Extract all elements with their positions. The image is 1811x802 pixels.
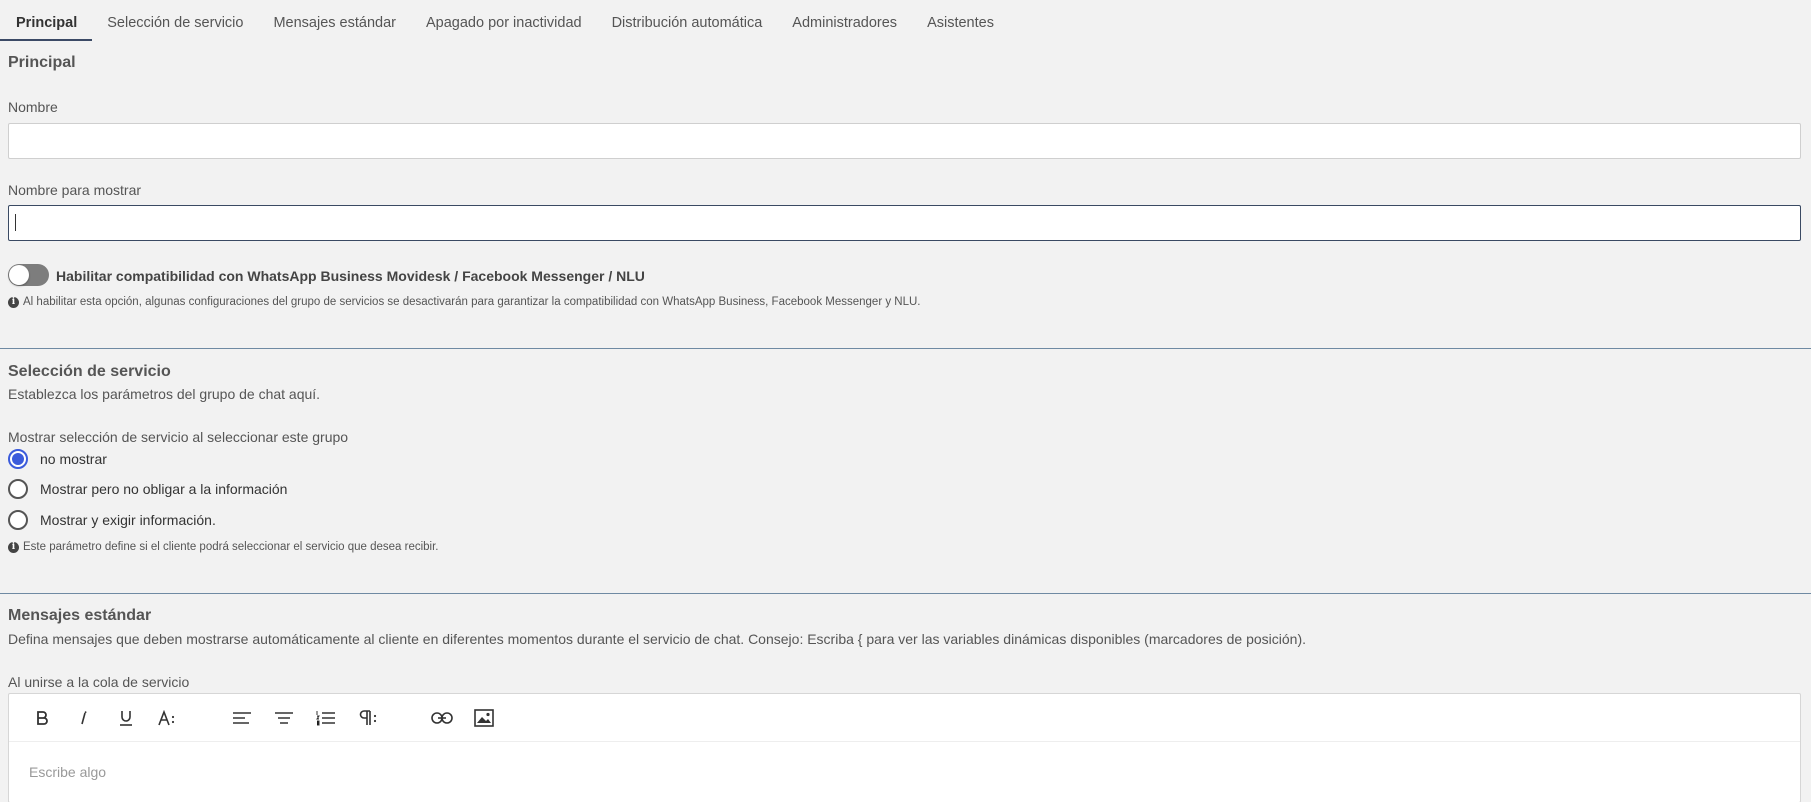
info-icon: i: [8, 541, 19, 553]
display-name-label: Nombre para mostrar: [8, 182, 142, 198]
paragraph-icon[interactable]: [347, 702, 389, 734]
radio-label: Mostrar pero no obligar a la información: [40, 481, 288, 497]
image-icon[interactable]: [463, 702, 505, 734]
tab-standard-messages[interactable]: Mensajes estándar: [258, 0, 411, 41]
radio-label: Mostrar y exigir información.: [40, 512, 216, 528]
radio-label: no mostrar: [40, 451, 107, 467]
display-name-input[interactable]: [8, 205, 1801, 241]
principal-section-title: Principal: [8, 54, 76, 71]
tab-inactivity-shutdown[interactable]: Apagado por inactividad: [411, 0, 597, 41]
display-name-field: [8, 205, 1801, 242]
radio-option-show-optional[interactable]: Mostrar pero no obligar a la información: [8, 479, 287, 499]
tab-administrators[interactable]: Administradores: [777, 0, 912, 41]
radio-button[interactable]: [8, 510, 28, 530]
principal-hint: i Al habilitar esta opción, algunas conf…: [8, 296, 921, 308]
font-size-icon[interactable]: [147, 702, 189, 734]
queue-join-editor[interactable]: Escribe algo: [8, 693, 1801, 802]
toggle-knob: [9, 265, 29, 285]
ordered-list-icon[interactable]: [305, 702, 347, 734]
tab-auto-distribution[interactable]: Distribución automática: [597, 0, 778, 41]
service-selection-question: Mostrar selección de servicio al selecci…: [8, 429, 349, 445]
tab-service-selection[interactable]: Selección de servicio: [92, 0, 258, 41]
text-caret: [15, 214, 16, 231]
align-center-icon[interactable]: [263, 702, 305, 734]
radio-button[interactable]: [8, 449, 28, 469]
service-selection-description: Establezca los parámetros del grupo de c…: [8, 386, 321, 402]
service-selection-title: Selección de servicio: [8, 363, 171, 380]
radio-option-show-required[interactable]: Mostrar y exigir información.: [8, 510, 216, 530]
radio-option-no-show[interactable]: no mostrar: [8, 449, 107, 469]
section-divider: [0, 348, 1811, 349]
underline-icon[interactable]: [105, 702, 147, 734]
section-divider: [0, 593, 1811, 594]
tab-assistants[interactable]: Asistentes: [912, 0, 1009, 41]
service-selection-hint: i Este parámetro define si el cliente po…: [8, 541, 439, 553]
principal-hint-text: Al habilitar esta opción, algunas config…: [23, 296, 921, 308]
standard-messages-description: Defina mensajes que deben mostrarse auto…: [8, 631, 1307, 647]
info-icon: i: [8, 296, 19, 308]
whatsapp-compat-toggle[interactable]: [8, 264, 49, 286]
editor-toolbar: [9, 694, 1800, 742]
tab-principal[interactable]: Principal: [0, 0, 93, 41]
align-left-icon[interactable]: [221, 702, 263, 734]
editor-placeholder: Escribe algo: [29, 764, 107, 780]
link-icon[interactable]: [421, 702, 463, 734]
name-label: Nombre: [8, 99, 58, 115]
italic-icon[interactable]: [63, 702, 105, 734]
name-input[interactable]: [8, 123, 1801, 159]
bold-icon[interactable]: [21, 702, 63, 734]
tab-bar: Principal Selección de servicio Mensajes…: [0, 0, 1811, 42]
radio-button[interactable]: [8, 479, 28, 499]
whatsapp-compat-label: Habilitar compatibilidad con WhatsApp Bu…: [56, 268, 645, 284]
service-selection-hint-text: Este parámetro define si el cliente podr…: [23, 541, 439, 553]
standard-messages-title: Mensajes estándar: [8, 607, 152, 624]
queue-join-label: Al unirse a la cola de servicio: [8, 674, 190, 690]
